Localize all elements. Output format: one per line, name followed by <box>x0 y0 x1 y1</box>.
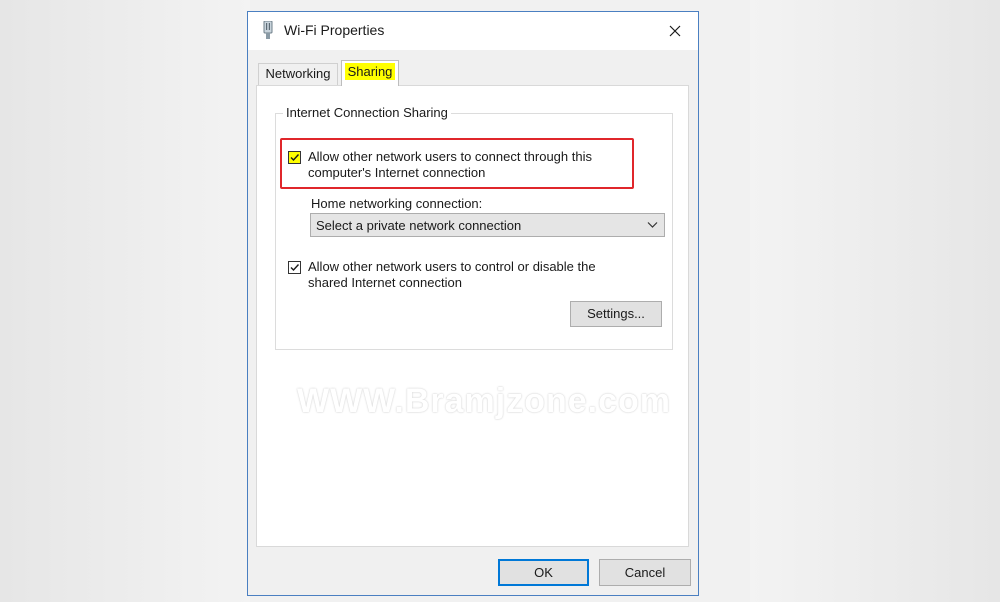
allow-connect-checkbox[interactable] <box>288 151 301 164</box>
checkmark-icon <box>290 154 300 162</box>
tab-networking[interactable]: Networking <box>258 63 338 85</box>
cancel-button[interactable]: Cancel <box>599 559 691 586</box>
network-adapter-icon <box>262 20 274 41</box>
close-icon <box>669 25 681 37</box>
settings-button[interactable]: Settings... <box>570 301 662 327</box>
window-title: Wi-Fi Properties <box>284 22 385 38</box>
chevron-down-icon <box>647 222 658 228</box>
group-label: Internet Connection Sharing <box>283 105 451 120</box>
checkmark-icon <box>290 264 300 272</box>
tab-sharing-label: Sharing <box>344 63 396 80</box>
allow-connect-label[interactable]: Allow other network users to connect thr… <box>308 149 628 181</box>
home-networking-label: Home networking connection: <box>311 196 483 211</box>
allow-control-label[interactable]: Allow other network users to control or … <box>308 259 638 291</box>
tab-networking-label: Networking <box>265 66 331 81</box>
close-button[interactable] <box>652 12 698 50</box>
wifi-properties-dialog: Wi-Fi Properties Networking Sharing Inte… <box>247 11 699 596</box>
internet-connection-sharing-group: Internet Connection Sharing Allow other … <box>275 105 673 350</box>
watermark-text: WWW.Bramjzone.com <box>297 382 672 420</box>
tab-sharing[interactable]: Sharing <box>341 60 399 86</box>
allow-control-checkbox[interactable] <box>288 261 301 274</box>
sharing-tab-panel: Internet Connection Sharing Allow other … <box>256 85 689 547</box>
select-value: Select a private network connection <box>316 218 522 233</box>
home-networking-select[interactable]: Select a private network connection <box>310 213 665 237</box>
background-left <box>0 0 250 602</box>
title-bar[interactable]: Wi-Fi Properties <box>248 12 698 50</box>
background-right <box>750 0 1000 602</box>
ok-button[interactable]: OK <box>498 559 589 586</box>
